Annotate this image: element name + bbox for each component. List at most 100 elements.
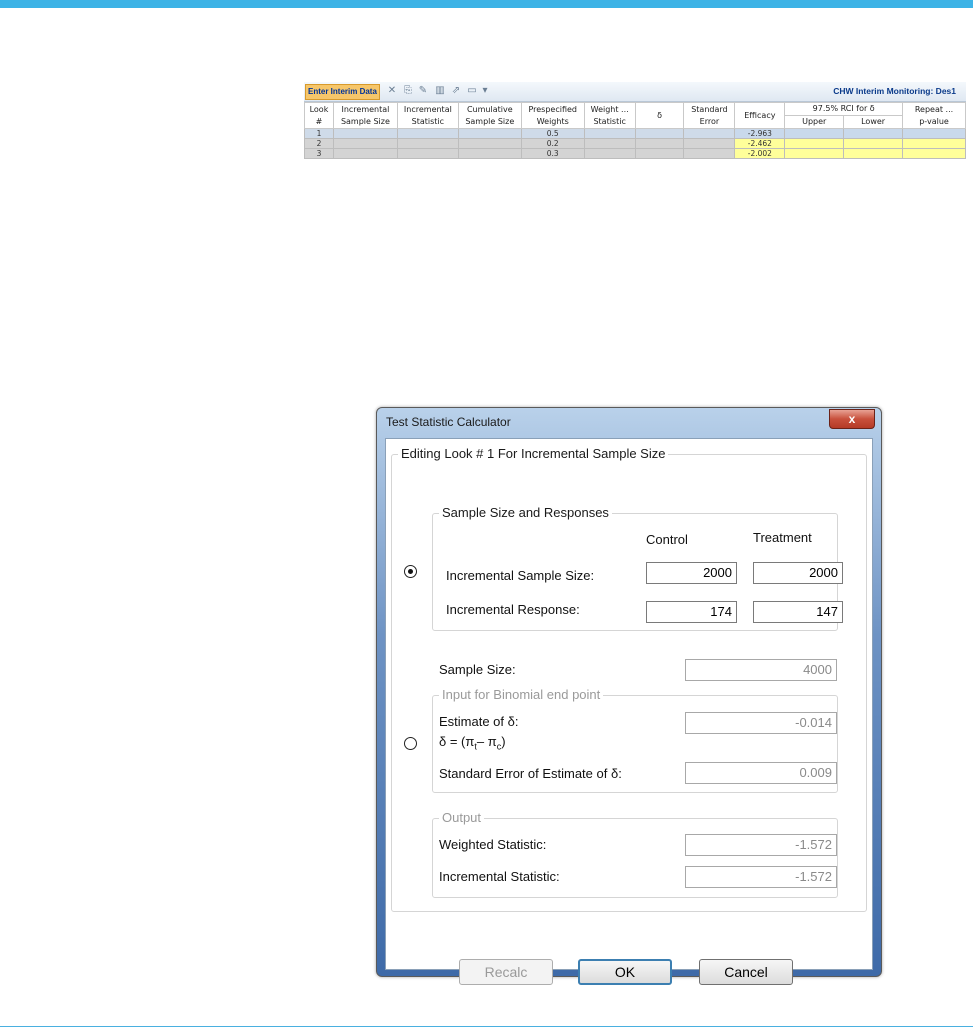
test-statistic-calculator-dialog: Test Statistic Calculator x Editing Look… [376,407,882,985]
dialog-title: Test Statistic Calculator [386,415,511,429]
standard-error-cell [683,148,736,159]
lower-cell [843,128,904,139]
copy-icon[interactable]: ⎘ [402,84,414,98]
binomial-endpoint-legend: Input for Binomial end point [439,687,604,702]
look-cell: 2 [304,138,334,149]
incremental-statistic-cell [396,138,459,149]
col-delta: δ [634,102,685,129]
incremental-response-label: Incremental Response: [446,602,580,617]
col-rci: 97.5% RCI for δ [784,102,904,116]
treatment-column-label: Treatment [753,530,812,545]
efficacy-cell: -2.963 [734,128,786,139]
col-repeated-p-value: Repeat ... p-value [902,102,966,129]
interim-toolbar: Enter Interim Data ✕ ⎘ ✎ ▥ ⇗ ▭ ▾ CHW Int… [304,82,966,102]
ok-button[interactable]: OK [578,959,672,985]
col-prespecified-weights: Prespecified Weights [520,102,585,129]
col-standard-error: Standard Error [683,102,736,129]
incremental-statistic-output: -1.572 [685,866,837,888]
table-row[interactable]: 3 0.3 -2.002 [304,148,966,159]
col-incremental-statistic: Incremental Statistic [396,102,459,129]
delta-formula: δ = (πt– πc) [439,734,506,752]
lower-cell [843,138,904,149]
incremental-sample-size-label: Incremental Sample Size: [446,568,595,583]
columns-icon[interactable]: ▥ [434,84,446,98]
delete-icon[interactable]: ✕ [386,84,398,98]
look-cell: 1 [304,128,334,139]
dialog-client-area: Editing Look # 1 For Incremental Sample … [385,438,873,985]
incremental-sample-size-cell[interactable] [332,138,398,149]
edit-icon[interactable]: ✎ [417,84,429,98]
recalc-button[interactable]: Recalc [459,959,553,985]
look-cell: 3 [304,148,334,159]
radio-binomial-input[interactable] [404,737,417,750]
treatment-sample-size-input[interactable]: 2000 [753,562,843,584]
radio-sample-size-responses[interactable] [404,565,417,578]
standard-error-label: Standard Error of Estimate of δ: [439,766,622,781]
estimate-delta-input[interactable]: -0.014 [685,712,837,734]
cumulative-sample-size-cell [457,128,522,139]
chart-icon[interactable]: ▭ [466,84,478,98]
incremental-statistic-label: Incremental Statistic: [439,869,560,884]
col-rci-lower: Lower [843,115,904,129]
weight-cell: 0.3 [520,148,585,159]
upper-cell [784,138,845,149]
treatment-response-input[interactable]: 147 [753,601,843,623]
standard-error-cell [683,138,736,149]
radio-selected-dot [408,569,413,574]
incremental-sample-size-cell[interactable] [332,148,398,159]
sample-size-responses-group: Sample Size and Responses Control Treatm… [432,505,843,631]
weight-cell: 0.5 [520,128,585,139]
cumulative-sample-size-cell [457,148,522,159]
close-button[interactable]: x [829,409,875,429]
efficacy-cell: -2.462 [734,138,786,149]
efficacy-cell: -2.002 [734,148,786,159]
control-sample-size-input[interactable]: 2000 [646,562,737,584]
weighted-statistic-output: -1.572 [685,834,837,856]
output-legend: Output [439,810,485,825]
dropdown-arrow-icon[interactable]: ▾ [481,84,489,98]
editing-look-group: Editing Look # 1 For Incremental Sample … [391,446,867,912]
sample-size-responses-legend: Sample Size and Responses [439,505,612,520]
delta-cell [634,138,685,149]
close-icon: x [848,412,856,426]
export-icon[interactable]: ⇗ [450,84,462,98]
standard-error-input[interactable]: 0.009 [685,762,837,784]
weighted-statistic-cell [583,148,636,159]
sample-size-label: Sample Size: [439,662,516,677]
delta-cell [634,128,685,139]
binomial-endpoint-group: Input for Binomial end point Estimate of… [432,687,838,793]
control-response-input[interactable]: 174 [646,601,737,623]
control-column-label: Control [646,532,688,547]
weighted-statistic-label: Weighted Statistic: [439,837,547,852]
col-weighted-statistic: Weight ... Statistic [583,102,636,129]
incremental-statistic-cell [396,128,459,139]
bottom-accent-line [0,1026,973,1027]
weighted-statistic-cell [583,128,636,139]
col-incremental-sample-size: Incremental Sample Size [332,102,398,129]
upper-cell [784,128,845,139]
col-rci-upper: Upper [784,115,845,129]
table-row[interactable]: 2 0.2 -2.462 [304,138,966,149]
interim-table: Look # Incremental Sample Size Incremental… [304,102,966,159]
delta-cell [634,148,685,159]
weighted-statistic-cell [583,138,636,149]
col-look: Look # [304,102,334,129]
p-value-cell [902,128,966,139]
estimate-delta-label: Estimate of δ: [439,714,519,729]
p-value-cell [902,148,966,159]
cancel-button[interactable]: Cancel [699,959,793,985]
sample-size-output: 4000 [685,659,837,681]
interim-monitoring-panel: Enter Interim Data ✕ ⎘ ✎ ▥ ⇗ ▭ ▾ CHW Int… [304,82,966,178]
standard-error-cell [683,128,736,139]
enter-interim-data-button[interactable]: Enter Interim Data [305,84,380,100]
weight-cell: 0.2 [520,138,585,149]
interim-title: CHW Interim Monitoring: Des1 [833,86,956,96]
incremental-statistic-cell [396,148,459,159]
incremental-sample-size-cell[interactable] [332,128,398,139]
col-cumulative-sample-size: Cumulative Sample Size [457,102,522,129]
p-value-cell [902,138,966,149]
lower-cell [843,148,904,159]
cumulative-sample-size-cell [457,138,522,149]
top-accent-bar [0,0,973,8]
table-row[interactable]: 1 0.5 -2.963 [304,128,966,139]
